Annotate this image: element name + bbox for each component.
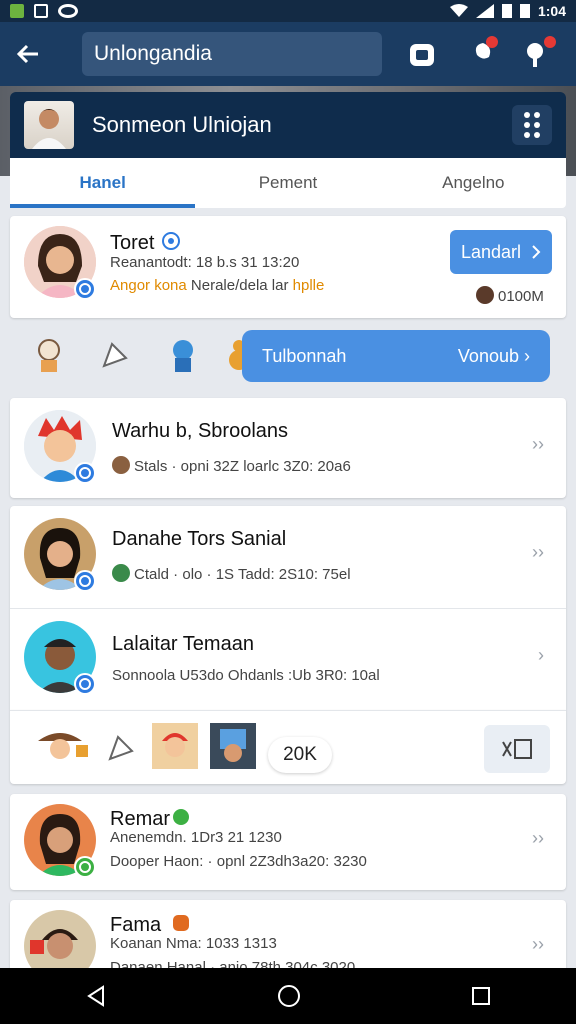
sticker-row: Tulbonnah Vonoub › <box>10 322 566 392</box>
bell-sticker-icon[interactable] <box>104 729 138 767</box>
load-button-label: Landarl <box>460 241 522 262</box>
image-notification-icon <box>34 4 48 18</box>
verified-badge-icon <box>74 278 96 300</box>
list-item[interactable]: Warhu b, Sbroolans Stals · opni 32Z loar… <box>10 398 566 498</box>
verified-badge-icon <box>74 570 96 592</box>
sticker-settings-button[interactable] <box>484 725 550 773</box>
contact-detail-text: Stals · opni 32Z loarlc 3Z0: 20a6 <box>134 458 351 475</box>
app-bar: Unlongandia <box>0 22 576 86</box>
camera-icon <box>410 44 434 66</box>
chevron-right-icon <box>532 245 541 259</box>
follower-count-value: 0100M <box>498 288 544 305</box>
pin-badge <box>486 36 498 48</box>
more-icon[interactable]: ›› <box>532 934 544 955</box>
signal-icon <box>475 4 494 18</box>
contact-status: Dooper Haon: · opnl 2Z3dh3a20: 3230 <box>110 853 367 870</box>
list-item[interactable]: Lalaitar Temaan Sonnoola U53do Ohdanls :… <box>10 609 566 710</box>
contact-detail: Ctald · olo · 1S Tadd: 2S10: 75el <box>112 564 351 583</box>
tab-pement[interactable]: Pement <box>195 158 380 208</box>
contact-status: Angor kona Nerale/dela lar hplle <box>110 277 324 294</box>
tab-angelno[interactable]: Angelno <box>381 158 566 208</box>
list-item[interactable]: Danahe Tors Sanial Ctald · olo · 1S Tadd… <box>10 506 566 608</box>
emoji-icon <box>112 564 130 582</box>
search-input[interactable]: Unlongandia <box>82 32 382 76</box>
verified-badge-icon <box>74 673 96 695</box>
sticker-settings-icon <box>502 739 532 759</box>
home-icon[interactable] <box>277 984 301 1008</box>
sim-icon <box>501 4 512 18</box>
wifi-icon <box>449 4 468 17</box>
recents-icon[interactable] <box>471 986 491 1006</box>
app-notification-icon <box>10 4 24 18</box>
contact-detail: Reanantodt: 18 b.s 31 13:20 <box>110 254 300 271</box>
tab-bar: Hanel Pement Angelno <box>10 158 566 208</box>
status-text: Nerale/dela lar <box>190 277 289 294</box>
online-badge-icon <box>74 856 96 878</box>
notification-button[interactable] <box>522 36 556 70</box>
fire-status-icon <box>173 915 189 931</box>
more-icon[interactable]: ›› <box>532 542 544 563</box>
profile-avatar[interactable] <box>24 101 74 149</box>
action-bar-right-label: Vonoub <box>457 345 519 366</box>
contact-name: Warhu b, Sbroolans <box>112 420 289 442</box>
bell-sticker-icon[interactable] <box>98 336 132 374</box>
chevron-right-icon[interactable]: › <box>538 645 544 666</box>
tab-hanel[interactable]: Hanel <box>10 158 196 208</box>
contact-name: Remar <box>110 808 171 830</box>
user-icon <box>476 286 494 304</box>
system-nav-bar <box>0 968 576 1024</box>
status-time: 1:04 <box>537 3 566 19</box>
follower-count: 0100M <box>476 286 544 305</box>
contact-group: Danahe Tors Sanial Ctald · olo · 1S Tadd… <box>10 506 566 710</box>
photo-sticker-2-icon[interactable] <box>210 723 256 769</box>
notification-badge <box>544 36 556 48</box>
emoji-icon <box>112 456 130 474</box>
action-bar-left-label: Tulbonnah <box>262 345 347 366</box>
load-button[interactable]: Landarl <box>450 230 552 274</box>
cowboy-sticker-icon[interactable] <box>36 727 90 765</box>
profile-header: Sonmeon Ulniojan <box>10 92 566 158</box>
back-arrow-icon <box>16 44 38 64</box>
pin-button[interactable] <box>464 36 498 70</box>
more-icon[interactable]: ›› <box>532 828 544 849</box>
back-button[interactable] <box>0 22 56 86</box>
grid-menu-icon <box>524 112 530 118</box>
verified-badge-icon <box>74 462 96 484</box>
contact-name: Danahe Tors Sanial <box>112 528 287 550</box>
cloud-icon <box>58 4 78 18</box>
sticker-row-2: 20K <box>10 710 566 784</box>
verified-icon <box>162 232 180 250</box>
contact-detail-text: Ctald · olo · 1S Tadd: 2S10: 75el <box>134 566 351 583</box>
contact-name: Toret <box>110 232 155 254</box>
contact-name: Lalaitar Temaan <box>112 633 254 655</box>
more-icon[interactable]: ›› <box>532 434 544 455</box>
action-bar-right: Vonoub › <box>457 345 530 366</box>
sticker-icon[interactable] <box>32 336 66 374</box>
action-bar-button[interactable]: Tulbonnah Vonoub › <box>242 330 550 382</box>
status-bar: 1:04 <box>0 0 576 22</box>
profile-name: Sonmeon Ulniojan <box>92 112 272 137</box>
photo-sticker-icon[interactable] <box>152 723 198 769</box>
list-item[interactable]: Remar Anenemdn. 1Dr3 21 1230 Dooper Haon… <box>10 794 566 890</box>
featured-contact-card[interactable]: Toret Reanantodt: 18 b.s 31 13:20 Angor … <box>10 216 566 318</box>
count-pill[interactable]: 20K <box>268 737 332 773</box>
robot-sticker-icon[interactable] <box>166 336 200 374</box>
camera-button[interactable] <box>406 38 438 70</box>
status-highlight: Angor kona <box>110 277 187 294</box>
battery-icon <box>519 4 530 18</box>
back-icon[interactable] <box>85 985 107 1007</box>
contact-detail: Sonnoola U53do Ohdanls :Ub 3R0: 10al <box>112 667 380 684</box>
online-status-icon <box>173 809 189 825</box>
status-tail: hplle <box>292 277 325 294</box>
contact-name: Fama <box>110 914 162 936</box>
grid-menu-button[interactable] <box>512 105 552 145</box>
contact-detail: Anenemdn. 1Dr3 21 1230 <box>110 829 282 846</box>
contact-detail: Koanan Nma: 1033 1313 <box>110 935 277 952</box>
contact-detail: Stals · opni 32Z loarlc 3Z0: 20a6 <box>112 456 351 475</box>
